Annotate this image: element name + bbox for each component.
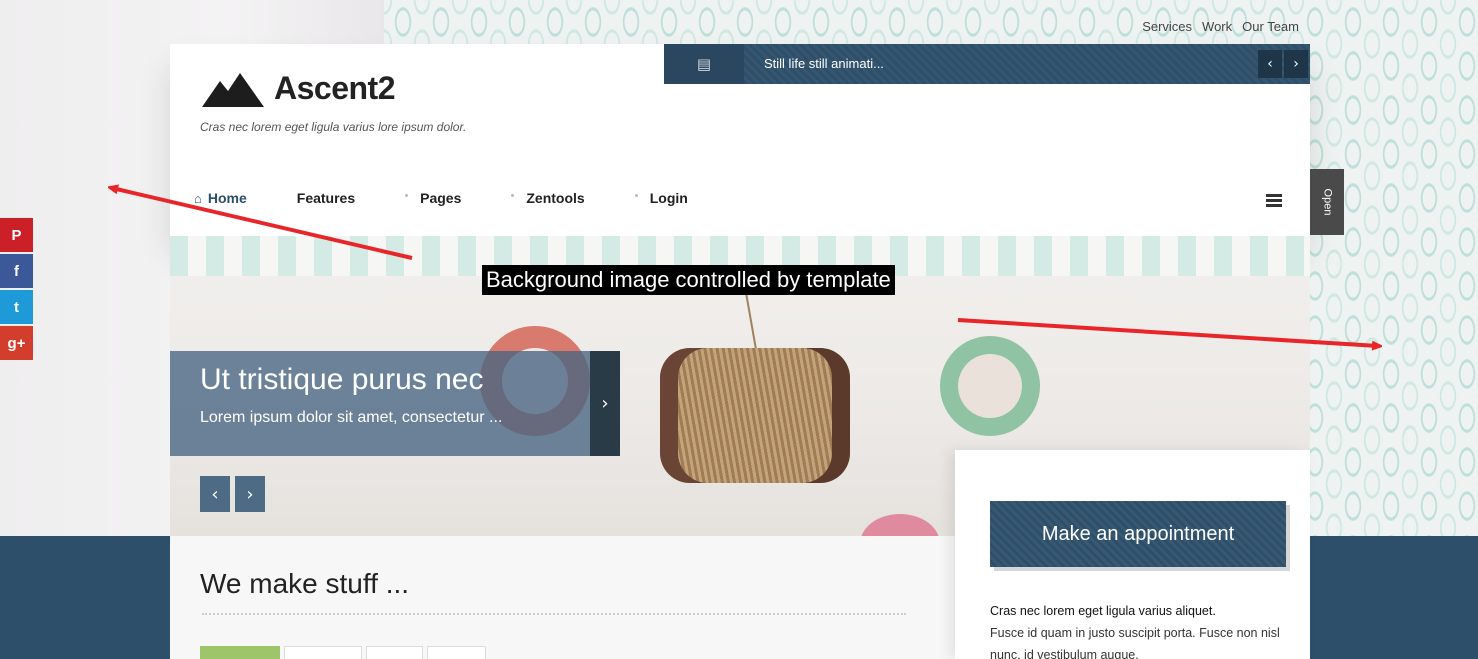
dotted-divider <box>202 613 906 615</box>
nav-label: Login <box>649 190 688 206</box>
logo-text: Ascent2 <box>274 70 396 106</box>
ticker-next-button[interactable]: › <box>1284 50 1308 78</box>
top-link-services[interactable]: Services <box>1142 19 1192 34</box>
nav-item-features[interactable]: Features <box>297 190 355 206</box>
tab-4[interactable] <box>427 646 486 659</box>
dropdown-dot-icon <box>511 193 515 197</box>
ticker-prev-button[interactable]: ‹ <box>1258 50 1282 78</box>
nav-label: Features <box>296 190 356 206</box>
ticker-headline[interactable]: Still life still animati... <box>764 56 884 71</box>
google-plus-icon[interactable]: g+ <box>0 326 33 360</box>
green-tape-roll <box>940 336 1040 436</box>
nav-item-home[interactable]: ⌂ Home <box>194 190 247 206</box>
nav-label: Pages <box>420 190 462 206</box>
news-ticker: ▤ Still life still animati... ‹ › <box>664 44 1310 84</box>
make-appointment-button[interactable]: Make an appointment <box>990 501 1286 567</box>
facebook-icon[interactable]: f <box>0 254 33 288</box>
mountain-logo-icon <box>202 72 264 107</box>
sidebar-body: Fusce id quam in justo suscipit porta. F… <box>990 626 1280 659</box>
twine-spool <box>660 348 850 483</box>
tagline: Cras nec lorem eget ligula varius lore i… <box>200 120 467 134</box>
tab-1[interactable] <box>200 646 280 659</box>
slide-title: Ut tristique purus nec <box>200 363 484 396</box>
nav-item-zentools[interactable]: Zentools <box>511 190 585 206</box>
nav-item-login[interactable]: Login <box>634 190 688 206</box>
logo[interactable]: Ascent2 <box>202 70 396 107</box>
social-bar: P f t g+ <box>0 218 33 360</box>
nav-label: Home <box>207 190 247 206</box>
top-link-our-team[interactable]: Our Team <box>1242 19 1299 34</box>
nav-label: Zentools <box>526 190 585 206</box>
tab-2[interactable] <box>284 646 362 659</box>
main-content: We make stuff ... <box>170 536 955 659</box>
top-links: Services Work Our Team <box>1142 19 1299 34</box>
top-link-work[interactable]: Work <box>1202 19 1232 34</box>
dropdown-dot-icon <box>405 193 409 197</box>
home-icon: ⌂ <box>194 190 202 206</box>
annotation-label: Background image controlled by template <box>482 265 895 295</box>
sidebar-text: Cras nec lorem eget ligula varius alique… <box>990 600 1290 659</box>
sidebar-lead: Cras nec lorem eget ligula varius alique… <box>990 604 1216 618</box>
slide-next-button[interactable]: › <box>235 476 265 512</box>
dropdown-dot-icon <box>634 193 638 197</box>
site-header: Ascent2 Cras nec lorem eget ligula variu… <box>170 44 1310 236</box>
main-nav: ⌂ Home Features Pages Zentools Login <box>194 190 738 206</box>
pinterest-icon[interactable]: P <box>0 218 33 252</box>
caption-next-button[interactable]: › <box>590 351 620 456</box>
newspaper-icon: ▤ <box>664 44 744 84</box>
tab-3[interactable] <box>366 646 423 659</box>
nav-item-pages[interactable]: Pages <box>405 190 461 206</box>
slide-prev-button[interactable]: ‹ <box>200 476 230 512</box>
slide-subtitle: Lorem ipsum dolor sit amet, consectetur … <box>200 409 503 426</box>
content-tabs <box>200 646 486 659</box>
slide-caption: Ut tristique purus nec Lorem ipsum dolor… <box>170 351 590 456</box>
hamburger-icon[interactable] <box>1266 194 1282 207</box>
sidebar: Make an appointment Cras nec lorem eget … <box>955 450 1310 659</box>
pink-tape-roll <box>860 514 940 536</box>
open-panel-tab[interactable]: Open <box>1310 169 1344 235</box>
section-heading: We make stuff ... <box>200 568 410 599</box>
twitter-icon[interactable]: t <box>0 290 33 324</box>
open-tab-label: Open <box>1320 188 1333 216</box>
